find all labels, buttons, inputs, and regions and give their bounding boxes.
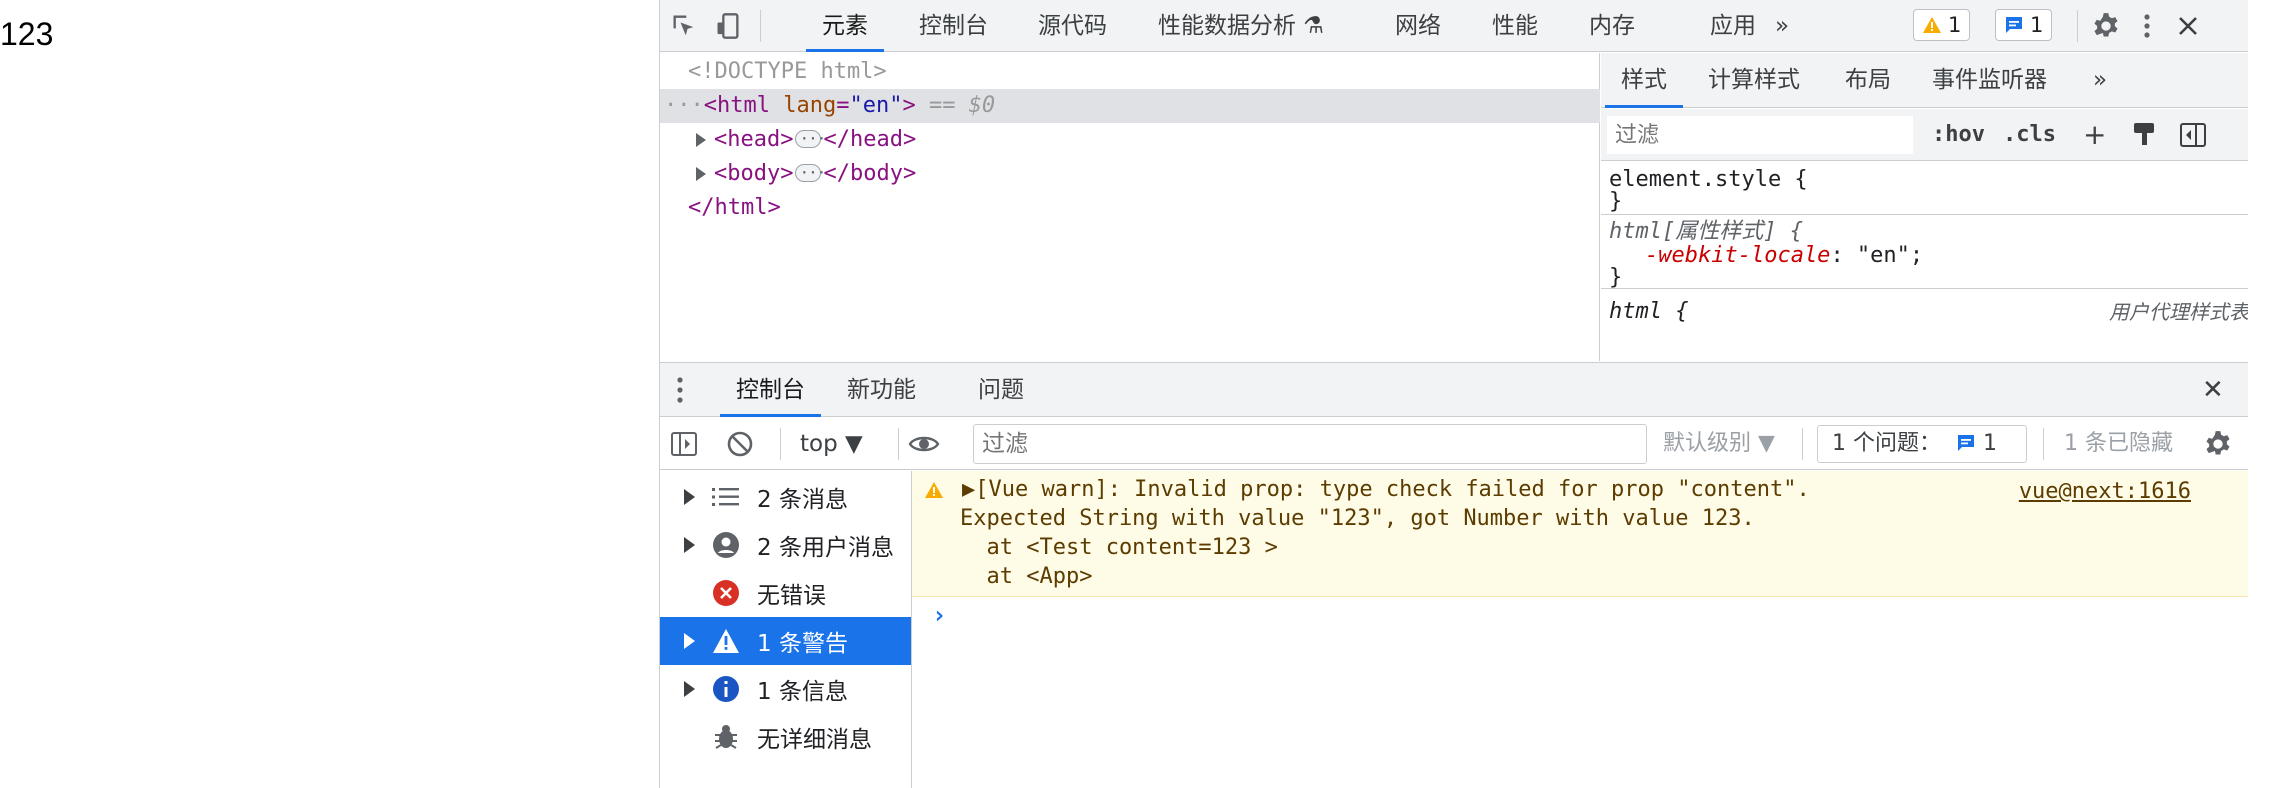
- style-rule-element[interactable]: element.style { }: [1601, 162, 2248, 215]
- more-styles-tabs-button[interactable]: »: [2093, 53, 2107, 108]
- expand-triangle-icon[interactable]: [696, 133, 706, 147]
- drawer-tab-whats-new[interactable]: 新功能: [847, 363, 916, 417]
- issue-message-icon: [1958, 435, 1974, 451]
- sidebar-item-user-messages[interactable]: 2 条用户消息: [660, 521, 911, 569]
- drawer-tab-console[interactable]: 控制台: [720, 363, 821, 417]
- close-devtools-icon[interactable]: [2172, 10, 2204, 42]
- warning-icon: [925, 482, 943, 498]
- hidden-messages-count: 1 条已隐藏: [2064, 431, 2173, 456]
- inspect-element-icon[interactable]: [668, 10, 700, 42]
- user-icon: [711, 530, 741, 560]
- console-prompt[interactable]: ›: [932, 601, 946, 629]
- warnings-count: 1: [1948, 13, 1962, 37]
- paint-brush-icon[interactable]: [2131, 121, 2157, 153]
- live-expression-eye-icon[interactable]: [908, 428, 940, 460]
- tab-application[interactable]: 应用: [1710, 0, 1756, 52]
- styles-filter-bar: :hov .cls +: [1601, 109, 2248, 161]
- expand-triangle-icon[interactable]: [696, 167, 706, 181]
- style-rule-html-attr[interactable]: html[属性样式] { -webkit-locale: "en"; }: [1601, 216, 2248, 290]
- styles-filter-input[interactable]: [1607, 116, 1913, 154]
- issues-button[interactable]: 1 个问题： 1: [1817, 425, 2027, 463]
- console-sidebar: 2 条消息 2 条用户消息 无错误 1 条警告 1 条信息 无详细消息: [660, 471, 912, 788]
- clear-console-icon[interactable]: [724, 428, 756, 460]
- info-icon: [711, 674, 741, 704]
- tab-elements[interactable]: 元素: [806, 0, 884, 52]
- console-filter-input[interactable]: [973, 424, 1647, 464]
- devtools-panel: 元素 控制台 源代码 性能数据分析 ⚗ 网络 性能 内存 应用 » 1 1 <!…: [659, 0, 2248, 788]
- context-selector[interactable]: top ▼: [800, 418, 863, 470]
- error-icon: [711, 578, 741, 608]
- device-toolbar-icon[interactable]: [712, 10, 744, 42]
- html-close-node[interactable]: </html>: [688, 191, 781, 225]
- tab-event-listeners[interactable]: 事件监听器: [1932, 53, 2047, 108]
- tab-layout[interactable]: 布局: [1845, 53, 1891, 108]
- sidebar-item-messages[interactable]: 2 条消息: [660, 473, 911, 521]
- messages-count: 1: [2030, 13, 2044, 37]
- settings-gear-icon[interactable]: [2090, 10, 2122, 42]
- hover-state-toggle[interactable]: :hov: [1932, 109, 1985, 161]
- message-icon: [2006, 17, 2022, 33]
- new-rule-plus-icon[interactable]: +: [2083, 109, 2106, 161]
- html-node-selected[interactable]: ···<html lang="en"> == $0: [660, 89, 1600, 123]
- page-body-text: 123: [0, 16, 54, 52]
- page-blank-area: [2248, 0, 2274, 788]
- style-rule-html-ua[interactable]: html { 用户代理样式表: [1601, 290, 2248, 330]
- sidebar-item-warnings[interactable]: 1 条警告: [660, 617, 911, 665]
- messages-badge[interactable]: 1: [1995, 9, 2053, 41]
- class-toggle[interactable]: .cls: [2003, 109, 2056, 161]
- collapsed-ellipsis-icon[interactable]: [795, 122, 825, 156]
- log-level-dropdown[interactable]: 默认级别 ▼: [1663, 418, 1775, 470]
- vue-warning-message[interactable]: ▶[Vue warn]: Invalid prop: type check fa…: [912, 471, 2248, 597]
- dom-ellipsis-icon: ···: [664, 93, 704, 118]
- ua-stylesheet-label[interactable]: 用户代理样式表: [2109, 296, 2248, 325]
- devtools-main-toolbar: 元素 控制台 源代码 性能数据分析 ⚗ 网络 性能 内存 应用 » 1 1: [660, 0, 2248, 52]
- body-node[interactable]: <body></body>: [696, 156, 916, 191]
- console-toolbar: top ▼ 默认级别 ▼ 1 个问题： 1 1 条已隐藏: [660, 418, 2248, 470]
- warning-line-2: Expected String with value "123", got Nu…: [960, 506, 1755, 531]
- toggle-sidebar-icon[interactable]: [2179, 122, 2207, 152]
- drawer-menu-icon[interactable]: [676, 375, 684, 409]
- tab-performance[interactable]: 性能: [1492, 0, 1538, 52]
- warning-icon: [711, 626, 741, 656]
- drawer-tabbar: 控制台 新功能 问题 ✕: [660, 362, 2248, 417]
- styles-pane: 样式 计算样式 布局 事件监听器 » :hov .cls + element.s…: [1601, 53, 2248, 361]
- tab-styles[interactable]: 样式: [1605, 53, 1683, 108]
- console-settings-gear-icon[interactable]: [2202, 428, 2234, 460]
- doctype-node[interactable]: <!DOCTYPE html>: [688, 55, 887, 89]
- warnings-badge[interactable]: 1: [1913, 9, 1971, 41]
- collapsed-ellipsis-icon[interactable]: [795, 156, 825, 190]
- tab-memory[interactable]: 内存: [1589, 0, 1635, 52]
- sidebar-item-verbose[interactable]: 无详细消息: [660, 713, 911, 761]
- more-tabs-button[interactable]: »: [1775, 0, 1789, 52]
- warning-source-link[interactable]: vue@next:1616: [2019, 479, 2191, 504]
- warning-icon: [1923, 17, 1941, 33]
- warning-line-3: at <Test content=123 >: [960, 535, 1278, 560]
- close-drawer-icon[interactable]: ✕: [2202, 363, 2224, 417]
- more-options-icon[interactable]: [2131, 10, 2163, 42]
- warning-line-1[interactable]: ▶[Vue warn]: Invalid prop: type check fa…: [962, 475, 1810, 504]
- tab-computed[interactable]: 计算样式: [1708, 53, 1800, 108]
- sidebar-item-info[interactable]: 1 条信息: [660, 665, 911, 713]
- list-icon: [711, 482, 741, 512]
- warning-line-4: at <App>: [960, 564, 1093, 589]
- console-messages: ▶[Vue warn]: Invalid prop: type check fa…: [912, 471, 2248, 788]
- drawer-tab-issues[interactable]: 问题: [978, 363, 1024, 417]
- sidebar-item-errors[interactable]: 无错误: [660, 569, 911, 617]
- bug-icon: [711, 722, 741, 752]
- tab-network[interactable]: 网络: [1395, 0, 1441, 52]
- head-node[interactable]: <head></head>: [696, 122, 916, 157]
- tab-console[interactable]: 控制台: [919, 0, 988, 52]
- tab-sources[interactable]: 源代码: [1038, 0, 1107, 52]
- show-sidebar-icon[interactable]: [668, 428, 700, 460]
- elements-dom-tree: <!DOCTYPE html> ···<html lang="en"> == $…: [660, 53, 1600, 414]
- tab-performance-insights[interactable]: 性能数据分析 ⚗: [1158, 0, 1324, 52]
- styles-tabbar: 样式 计算样式 布局 事件监听器 »: [1601, 53, 2248, 108]
